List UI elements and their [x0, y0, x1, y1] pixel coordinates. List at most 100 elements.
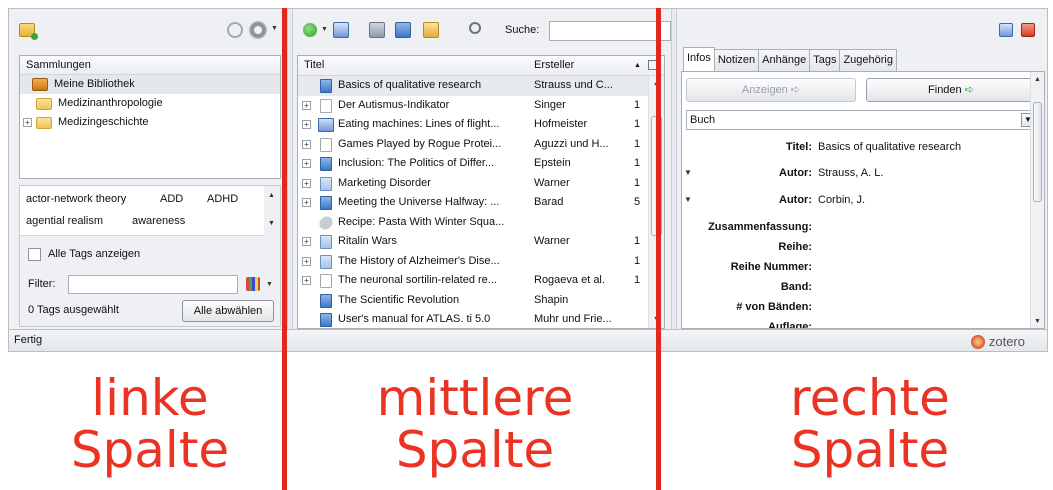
creator-toggle-icon[interactable]: ▼	[684, 164, 692, 182]
field-value[interactable]: Corbin, J.	[818, 191, 865, 209]
field-value[interactable]: Basics of qualitative research	[818, 138, 961, 156]
table-row[interactable]: + The neuronal sortilin-related re... Roga…	[298, 271, 664, 291]
document-icon	[320, 98, 332, 113]
expand-icon[interactable]: +	[302, 237, 311, 246]
items-table: Titel Ersteller ▲ Basics of qualitative …	[297, 55, 665, 329]
deselect-all-button[interactable]: Alle abwählen	[182, 300, 274, 322]
search-icon[interactable]	[469, 22, 481, 34]
tag-item[interactable]: ADHD	[207, 193, 238, 205]
creator-toggle-icon[interactable]: ▼	[684, 191, 692, 209]
field-label: Titel:	[785, 141, 812, 153]
field-value[interactable]: Strauss, A. L.	[818, 164, 883, 182]
sync-icon[interactable]	[227, 22, 243, 38]
item-title: Inclusion: The Politics of Differ...	[338, 157, 495, 169]
book-icon	[320, 313, 332, 327]
tab-notizen[interactable]: Notizen	[713, 49, 760, 71]
item-creator: Strauss und C...	[534, 79, 613, 91]
close-icon[interactable]	[1021, 23, 1035, 37]
expand-icon[interactable]: +	[302, 120, 311, 129]
caption-line: rechte	[790, 369, 950, 427]
field-label: # von Bänden:	[736, 301, 812, 313]
item-title: The History of Alzheimer's Dise...	[338, 254, 500, 267]
tab-zugehoerig[interactable]: Zugehörig	[839, 49, 897, 71]
table-row[interactable]: + The History of Alzheimer's Dise... 1	[298, 252, 664, 272]
item-title: Eating machines: Lines of flight...	[338, 118, 500, 130]
attach-icon[interactable]	[395, 22, 411, 38]
column-title[interactable]: Titel	[304, 56, 324, 75]
collection-my-library[interactable]: Meine Bibliothek	[20, 75, 280, 94]
scroll-down-icon[interactable]: ▼	[268, 220, 275, 227]
field-row: Zusammenfassung:	[682, 218, 982, 238]
status-bar: Fertig zotero	[9, 329, 1047, 351]
field-row: Reihe:	[682, 238, 982, 258]
add-by-identifier-icon[interactable]	[369, 22, 385, 38]
new-collection-icon[interactable]	[19, 23, 38, 40]
scroll-up-icon[interactable]: ▲	[268, 192, 275, 199]
view-button[interactable]: Anzeigen ➪	[686, 78, 856, 102]
new-collection-item-icon[interactable]	[423, 22, 439, 38]
collection-medizingeschichte[interactable]: + Medizingeschichte	[20, 113, 280, 132]
fullscreen-icon[interactable]	[999, 23, 1013, 37]
table-row[interactable]: + Meeting the Universe Halfway: ... Barad 5	[298, 193, 664, 213]
tag-filter-input[interactable]	[68, 275, 238, 294]
table-row[interactable]: + Marketing Disorder Warner 1	[298, 174, 664, 194]
middle-pane: ▼ Suche: Titel Ersteller ▲ Basics of qua…	[293, 9, 671, 329]
tag-item[interactable]: ADD	[160, 193, 183, 205]
book-icon	[320, 293, 332, 308]
table-row[interactable]: User's manual for ATLAS. ti 5.0 Muhr und …	[298, 310, 664, 328]
new-note-icon[interactable]	[333, 22, 349, 38]
table-row[interactable]: + Games Played by Rogue Protei... Aguzzi u…	[298, 135, 664, 155]
field-row: # von Bänden:	[682, 298, 982, 318]
scroll-down-icon[interactable]: ▼	[1034, 318, 1041, 325]
collection-medizinanthropologie[interactable]: Medizinanthropologie	[20, 94, 280, 113]
new-item-icon[interactable]	[303, 23, 317, 37]
expand-icon[interactable]: +	[23, 118, 32, 127]
tag-colors-icon[interactable]	[246, 277, 260, 291]
table-row[interactable]: + Ritalin Wars Warner 1	[298, 232, 664, 252]
expand-icon[interactable]: +	[302, 139, 311, 149]
tab-anhaenge[interactable]: Anhänge	[758, 49, 811, 71]
field-row: Titel: Basics of qualitative research	[682, 138, 982, 158]
table-row[interactable]: + Inclusion: The Politics of Differ... Eps…	[298, 154, 664, 174]
tag-scrollbar[interactable]: ▲ ▼	[264, 186, 280, 236]
item-child-count: 1	[634, 274, 641, 286]
tab-infos[interactable]: Infos	[683, 47, 715, 71]
show-all-tags-checkbox[interactable]	[28, 248, 41, 261]
arrow-right-icon: ➪	[964, 84, 974, 96]
table-row[interactable]: + Eating machines: Lines of flight... Hofm…	[298, 115, 664, 135]
item-child-count: 1	[634, 157, 641, 169]
expand-icon[interactable]: +	[302, 276, 311, 285]
chevron-down-icon[interactable]: ▼	[266, 281, 273, 288]
gear-icon[interactable]	[249, 21, 267, 39]
journal-icon	[320, 235, 332, 249]
find-button[interactable]: Finden ➪	[866, 78, 1036, 102]
item-child-count: 5	[634, 196, 641, 208]
collection-label: Medizinanthropologie	[58, 97, 163, 109]
scroll-up-icon[interactable]: ▲	[1034, 76, 1041, 83]
chevron-down-icon[interactable]: ▼	[321, 26, 328, 33]
column-creator[interactable]: Ersteller	[534, 56, 574, 75]
scroll-thumb[interactable]	[1033, 102, 1042, 202]
item-type-select[interactable]: Buch ▼	[686, 110, 1038, 130]
tag-item[interactable]: agential realism	[26, 215, 103, 227]
expand-icon[interactable]: +	[302, 256, 311, 266]
expand-icon[interactable]: +	[302, 198, 311, 207]
info-scrollbar[interactable]: ▲ ▼	[1030, 72, 1044, 328]
table-row[interactable]: The Scientific Revolution Shapin	[298, 291, 664, 311]
tag-item[interactable]: awareness	[132, 215, 185, 227]
table-row[interactable]: + Der Autismus-Indikator Singer 1	[298, 96, 664, 116]
table-row[interactable]: Recipe: Pasta With Winter Squa...	[298, 213, 664, 233]
collections-header: Sammlungen	[20, 56, 280, 75]
chevron-down-icon[interactable]: ▼	[271, 25, 278, 32]
brand-name: zotero	[988, 334, 1025, 349]
expand-icon[interactable]: +	[302, 100, 311, 110]
table-row[interactable]: Basics of qualitative research Strauss un…	[298, 76, 664, 96]
search-input[interactable]	[549, 21, 671, 41]
item-title: Basics of qualitative research	[338, 79, 482, 91]
expand-icon[interactable]: +	[302, 178, 311, 188]
tab-tags[interactable]: Tags	[809, 49, 841, 71]
field-label: Band:	[780, 281, 812, 293]
item-title: The neuronal sortilin-related re...	[338, 274, 497, 286]
expand-icon[interactable]: +	[302, 159, 311, 168]
tag-item[interactable]: actor-network theory	[26, 193, 126, 205]
